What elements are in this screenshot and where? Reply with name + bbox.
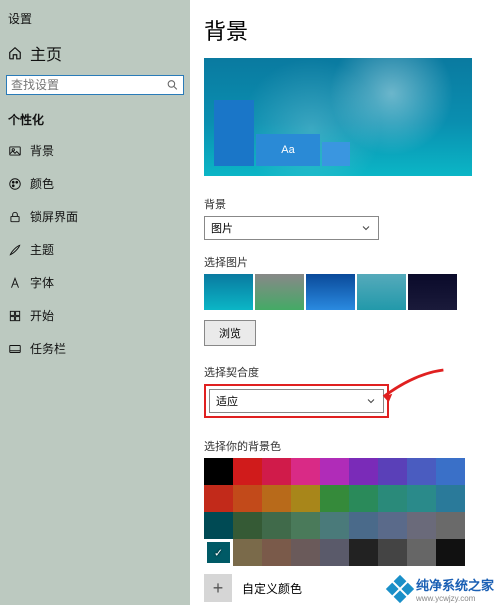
annotation-arrow <box>375 364 447 417</box>
color-swatch[interactable] <box>233 458 262 485</box>
sidebar-item-brush[interactable]: 主题 <box>6 233 184 266</box>
search-input-container[interactable] <box>6 75 184 95</box>
color-swatch[interactable] <box>407 458 436 485</box>
sidebar-item-label: 颜色 <box>30 175 54 192</box>
section-header: 个性化 <box>6 105 184 134</box>
color-swatch[interactable] <box>233 512 262 539</box>
pick-image-label: 选择图片 <box>204 254 500 270</box>
thumb-5[interactable] <box>408 274 457 310</box>
picture-icon <box>8 144 22 158</box>
color-swatch[interactable] <box>436 485 465 512</box>
color-swatch[interactable] <box>436 512 465 539</box>
color-swatch[interactable] <box>320 512 349 539</box>
palette-icon <box>8 177 22 191</box>
sidebar-item-grid[interactable]: 开始 <box>6 299 184 332</box>
color-swatches <box>204 458 474 566</box>
home-button[interactable]: 主页 <box>6 35 184 75</box>
lock-icon <box>8 210 22 224</box>
search-icon <box>166 78 179 92</box>
watermark-url: www.ycwjzy.com <box>416 594 494 603</box>
color-swatch[interactable] <box>378 539 407 566</box>
background-preview: Aa <box>204 58 472 176</box>
color-swatch[interactable] <box>262 458 291 485</box>
color-swatch[interactable] <box>349 512 378 539</box>
color-swatch[interactable] <box>204 458 233 485</box>
sidebar-item-taskbar[interactable]: 任务栏 <box>6 332 184 365</box>
grid-icon <box>8 309 22 323</box>
sidebar-item-label: 字体 <box>30 274 54 291</box>
color-swatch[interactable] <box>262 539 291 566</box>
fit-highlight: 适应 <box>204 384 389 418</box>
color-swatch[interactable] <box>204 512 233 539</box>
custom-color-label: 自定义颜色 <box>242 580 302 597</box>
sidebar-item-label: 锁屏界面 <box>30 208 78 225</box>
taskbar-icon <box>8 342 22 356</box>
thumb-3[interactable] <box>306 274 355 310</box>
color-swatch[interactable] <box>349 485 378 512</box>
background-type-value: 图片 <box>211 220 233 236</box>
color-swatch[interactable] <box>291 458 320 485</box>
custom-color-button[interactable]: + <box>204 574 232 602</box>
preview-start-block <box>214 100 254 166</box>
sidebar-item-font[interactable]: 字体 <box>6 266 184 299</box>
color-swatch[interactable] <box>320 458 349 485</box>
fit-dropdown[interactable]: 适应 <box>209 389 384 413</box>
color-swatch[interactable] <box>378 485 407 512</box>
color-swatch[interactable] <box>204 539 233 566</box>
color-swatch[interactable] <box>436 458 465 485</box>
color-swatch[interactable] <box>436 539 465 566</box>
color-swatch[interactable] <box>291 485 320 512</box>
home-label: 主页 <box>30 41 62 65</box>
thumb-4[interactable] <box>357 274 406 310</box>
sidebar-item-label: 任务栏 <box>30 340 66 357</box>
color-swatch[interactable] <box>262 512 291 539</box>
sidebar-item-label: 背景 <box>30 142 54 159</box>
background-type-dropdown[interactable]: 图片 <box>204 216 379 240</box>
browse-button[interactable]: 浏览 <box>204 320 256 346</box>
color-swatch[interactable] <box>291 539 320 566</box>
color-swatch[interactable] <box>349 539 378 566</box>
fit-value: 适应 <box>216 393 238 409</box>
bgcolor-label: 选择你的背景色 <box>204 438 500 454</box>
page-title: 背景 <box>204 0 500 58</box>
color-swatch[interactable] <box>204 485 233 512</box>
color-swatch[interactable] <box>262 485 291 512</box>
fit-label: 选择契合度 <box>204 364 500 380</box>
color-swatch[interactable] <box>291 512 320 539</box>
thumb-2[interactable] <box>255 274 304 310</box>
watermark-logo-icon <box>386 575 414 603</box>
color-swatch[interactable] <box>349 458 378 485</box>
preview-tile <box>322 142 350 166</box>
brush-icon <box>8 243 22 257</box>
color-swatch[interactable] <box>378 512 407 539</box>
background-type-label: 背景 <box>204 196 500 212</box>
color-swatch[interactable] <box>407 485 436 512</box>
app-title: 设置 <box>6 8 184 35</box>
color-swatch[interactable] <box>233 485 262 512</box>
preview-sample-text: Aa <box>256 134 320 166</box>
color-swatch[interactable] <box>233 539 262 566</box>
color-swatch[interactable] <box>320 485 349 512</box>
sidebar-item-label: 开始 <box>30 307 54 324</box>
chevron-down-icon <box>360 222 372 234</box>
sidebar-item-palette[interactable]: 颜色 <box>6 167 184 200</box>
font-icon <box>8 276 22 290</box>
sidebar-item-lock[interactable]: 锁屏界面 <box>6 200 184 233</box>
image-thumbnails <box>204 274 500 310</box>
color-swatch[interactable] <box>407 512 436 539</box>
search-input[interactable] <box>11 78 166 92</box>
watermark: 纯净系统之家 www.ycwjzy.com <box>390 575 494 603</box>
thumb-1[interactable] <box>204 274 253 310</box>
color-swatch[interactable] <box>320 539 349 566</box>
sidebar-item-picture[interactable]: 背景 <box>6 134 184 167</box>
color-swatch[interactable] <box>407 539 436 566</box>
watermark-brand: 纯净系统之家 <box>416 578 494 593</box>
color-swatch[interactable] <box>378 458 407 485</box>
sidebar-item-label: 主题 <box>30 241 54 258</box>
home-icon <box>8 46 22 60</box>
